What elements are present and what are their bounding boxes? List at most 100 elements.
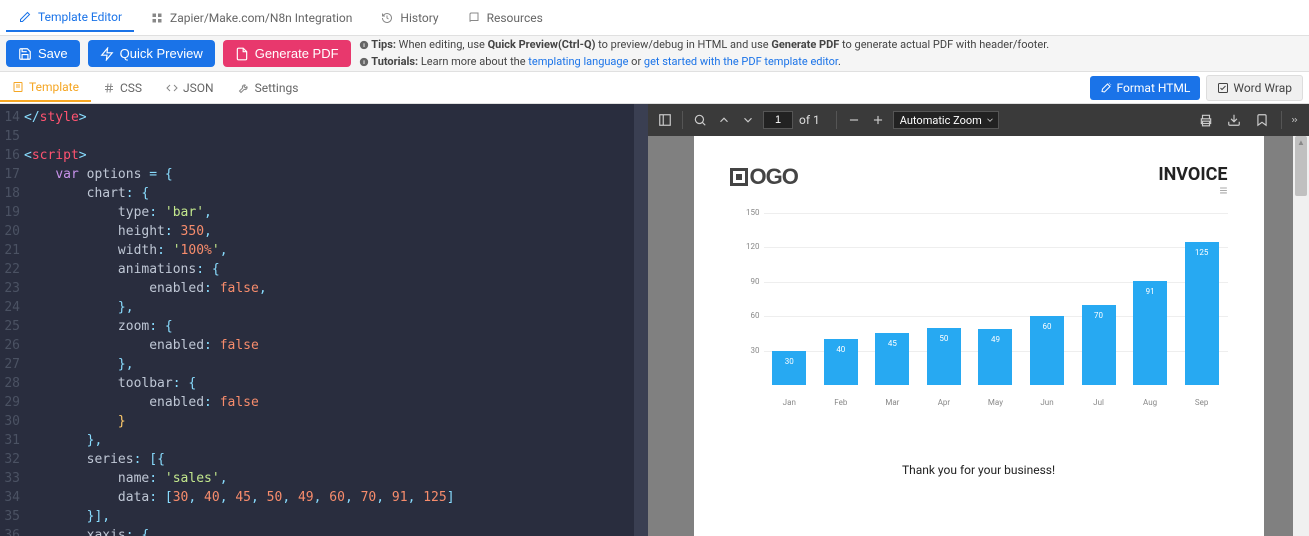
chart-bar: 40: [824, 339, 858, 385]
main-split: 1415161718192021222324252627282930313233…: [0, 104, 1309, 536]
book-icon: [467, 11, 481, 25]
quick-preview-button[interactable]: Quick Preview: [88, 40, 215, 67]
pdf-page: OGO INVOICE ≡ 306090120150 3040455049607…: [694, 136, 1264, 536]
pdf-toolbar: of 1 Automatic Zoom: [648, 104, 1309, 136]
save-icon: [18, 47, 32, 61]
tab-label: Resources: [487, 11, 543, 25]
sub-tab-settings[interactable]: Settings: [226, 75, 311, 101]
chart-bar: 91: [1133, 281, 1167, 385]
get-started-link[interactable]: get started with the PDF template editor: [644, 55, 838, 68]
chart-y-label: 120: [730, 242, 760, 251]
sidebar-toggle-icon[interactable]: [656, 111, 674, 129]
chart-x-label: Jan: [772, 398, 806, 407]
editor-scrollbar[interactable]: [634, 104, 648, 536]
code-editor[interactable]: 1415161718192021222324252627282930313233…: [0, 104, 648, 536]
tab-label: History: [400, 11, 438, 25]
logo-icon: [730, 168, 748, 186]
format-html-label: Format HTML: [1116, 81, 1190, 95]
hash-icon: [103, 82, 115, 94]
scroll-up-arrow-icon[interactable]: ▲: [1293, 138, 1309, 147]
word-wrap-label: Word Wrap: [1233, 81, 1292, 95]
search-icon[interactable]: [691, 111, 709, 129]
tab-history[interactable]: History: [368, 5, 450, 31]
zoom-select[interactable]: Automatic Zoom: [893, 111, 999, 129]
page-of-label: of 1: [799, 113, 820, 127]
chart-menu-icon[interactable]: ≡: [1158, 187, 1227, 195]
chart-y-label: 60: [730, 311, 760, 320]
tab-resources[interactable]: Resources: [455, 5, 555, 31]
format-html-button[interactable]: Format HTML: [1090, 76, 1200, 100]
history-icon: [380, 11, 394, 25]
chart-bar: 70: [1082, 305, 1116, 385]
logo: OGO: [730, 164, 798, 190]
pencil-icon: [18, 10, 32, 24]
chart-bar: 125: [1185, 242, 1219, 385]
chart-bar: 49: [978, 329, 1012, 385]
info-icon: i: [359, 57, 369, 67]
grid-icon: [150, 11, 164, 25]
tutorials-label: Tutorials:: [371, 55, 418, 68]
sub-tab-json[interactable]: JSON: [154, 75, 226, 101]
chevron-down-icon: [985, 115, 995, 125]
next-page-icon[interactable]: [739, 111, 757, 129]
chart-x-label: Jul: [1082, 398, 1116, 407]
line-gutter: 1415161718192021222324252627282930313233…: [0, 104, 20, 536]
zoom-in-icon[interactable]: [869, 111, 887, 129]
viewer-body: OGO INVOICE ≡ 306090120150 3040455049607…: [648, 136, 1309, 536]
chart-x-label: Mar: [875, 398, 909, 407]
thank-you-text: Thank you for your business!: [730, 463, 1228, 477]
invoice-title: INVOICE: [1158, 164, 1227, 185]
zoom-out-icon[interactable]: [845, 111, 863, 129]
pdf-viewer: of 1 Automatic Zoom: [648, 104, 1309, 536]
tab-label: Zapier/Make.com/N8n Integration: [170, 11, 352, 25]
tips-block: i Tips: When editing, use Quick Preview(…: [359, 37, 1050, 70]
page-number-input[interactable]: [763, 111, 793, 129]
check-icon: [1217, 82, 1229, 94]
viewer-scrollbar[interactable]: ▲: [1293, 136, 1309, 536]
sub-tab-label: JSON: [183, 81, 214, 95]
sub-tab-label: Settings: [255, 81, 299, 95]
bar-chart: 306090120150 3040455049607091125 JanFebM…: [730, 213, 1228, 413]
pdf-icon: [235, 47, 249, 61]
chart-x-label: Aug: [1133, 398, 1167, 407]
info-icon: i: [359, 40, 369, 50]
more-tools-icon[interactable]: [1281, 111, 1299, 129]
bookmark-icon[interactable]: [1253, 111, 1271, 129]
code-icon: [166, 82, 178, 94]
chart-bar: 60: [1030, 316, 1064, 385]
chart-x-label: Feb: [824, 398, 858, 407]
chart-bar: 50: [927, 328, 961, 385]
lightning-icon: [100, 47, 114, 61]
tips-label: Tips:: [371, 38, 396, 51]
chart-x-label: Apr: [927, 398, 961, 407]
chart-bar: 45: [875, 333, 909, 385]
chart-y-label: 90: [730, 277, 760, 286]
chart-y-label: 30: [730, 346, 760, 355]
chart-x-label: Jun: [1030, 398, 1064, 407]
print-icon[interactable]: [1197, 111, 1215, 129]
sub-tab-template[interactable]: Template: [0, 74, 91, 102]
generate-pdf-button[interactable]: Generate PDF: [223, 40, 351, 67]
templating-language-link[interactable]: templating language: [528, 55, 628, 68]
note-icon: [12, 81, 24, 93]
save-label: Save: [38, 46, 68, 61]
tab-label: Template Editor: [38, 10, 122, 24]
prev-page-icon[interactable]: [715, 111, 733, 129]
code-content: </style> <script> var options = { chart:…: [24, 108, 455, 536]
sub-tab-css[interactable]: CSS: [91, 75, 154, 101]
chart-bar: 30: [772, 351, 806, 385]
download-icon[interactable]: [1225, 111, 1243, 129]
wrench-icon: [238, 82, 250, 94]
top-nav: Template Editor Zapier/Make.com/N8n Inte…: [0, 0, 1309, 36]
save-button[interactable]: Save: [6, 40, 80, 67]
zoom-label: Automatic Zoom: [900, 114, 982, 127]
word-wrap-toggle[interactable]: Word Wrap: [1206, 75, 1303, 101]
tab-template-editor[interactable]: Template Editor: [6, 4, 134, 32]
action-bar: Save Quick Preview Generate PDF i Tips: …: [0, 36, 1309, 72]
sub-tab-row: Template CSS JSON Settings Format HTML W…: [0, 72, 1309, 104]
sub-tab-label: CSS: [120, 81, 142, 95]
tab-integrations[interactable]: Zapier/Make.com/N8n Integration: [138, 5, 364, 31]
wand-icon: [1100, 82, 1112, 94]
chart-x-label: May: [978, 398, 1012, 407]
quick-preview-label: Quick Preview: [120, 46, 203, 61]
